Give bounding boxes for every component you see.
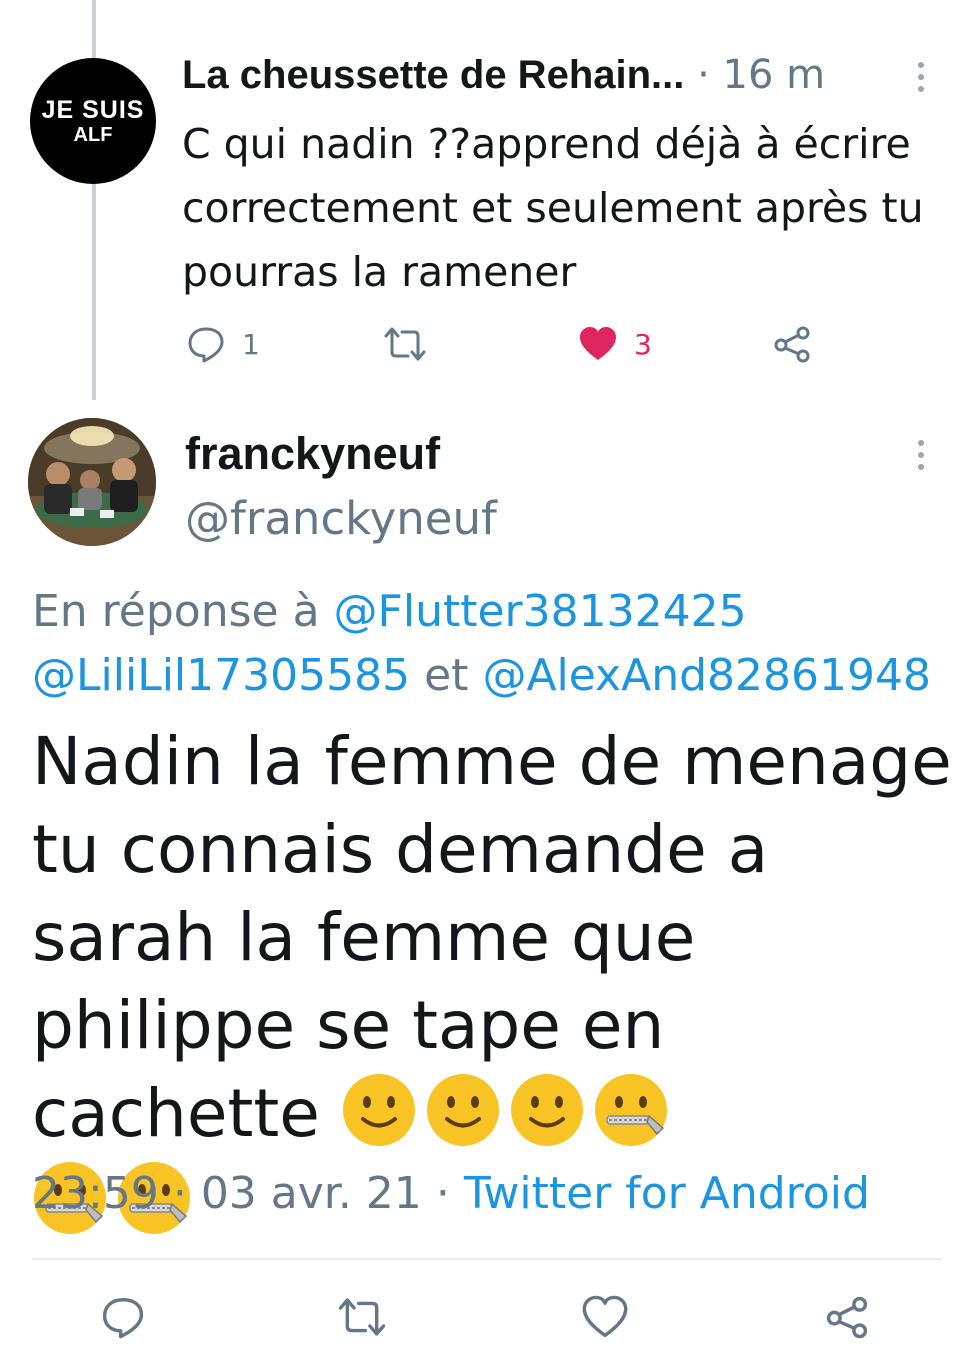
parent-tweet-header: La cheussette de Rehain... · 16 m [182, 52, 922, 98]
mention-link[interactable]: @LiliLil17305585 [32, 650, 410, 701]
meta-separator: · [172, 1168, 187, 1219]
mention-link[interactable]: @Flutter38132425 [334, 586, 747, 637]
like-button[interactable] [582, 1294, 628, 1340]
tweet-metadata: 23:59 · 03 avr. 21 · Twitter for Android [32, 1168, 870, 1219]
parent-share-button[interactable] [772, 324, 812, 364]
reply-conjunction: et [424, 650, 469, 701]
header-separator: · [697, 52, 710, 98]
divider [32, 1258, 942, 1260]
parent-tweet-text: C qui nadin ??apprend déjà à écrire corr… [182, 120, 924, 296]
tweet-time: 23:59 [32, 1168, 159, 1219]
reply-button[interactable] [100, 1294, 146, 1340]
parent-like-button[interactable]: 3 [578, 324, 652, 364]
author-name[interactable]: franckyneuf [185, 428, 440, 480]
mention-link[interactable]: @AlexAnd82861948 [482, 650, 931, 701]
parent-reply-button[interactable]: 1 [186, 324, 260, 364]
avatar-text-line2: ALF [73, 123, 113, 146]
tweet-date: 03 avr. 21 [200, 1168, 422, 1219]
slightly-smiling-face-icon [341, 1072, 417, 1148]
reply-prefix: En réponse à [32, 586, 320, 637]
author-handle[interactable]: @franckyneuf [185, 492, 497, 545]
slightly-smiling-face-icon [425, 1072, 501, 1148]
share-button[interactable] [824, 1294, 870, 1340]
reply-context: En réponse à @Flutter38132425 @LiliLil17… [32, 580, 952, 708]
parent-tweet-actions: 1 3 [0, 322, 970, 366]
reply-icon [102, 1298, 144, 1339]
tweet-actions [0, 1292, 970, 1344]
parent-tweet-time[interactable]: 16 m [723, 52, 826, 98]
author-avatar[interactable] [28, 418, 156, 546]
more-vertical-icon[interactable] [918, 62, 924, 92]
avatar-text-line1: JE SUIS [41, 95, 145, 124]
tweet-body: Nadin la femme de menage tu connais dema… [32, 718, 952, 1246]
tweet-source-link[interactable]: Twitter for Android [464, 1168, 870, 1219]
slightly-smiling-face-icon [509, 1072, 585, 1148]
retweet-icon [338, 1298, 386, 1336]
reply-icon [188, 327, 224, 363]
avatar-image [28, 418, 156, 546]
share-icon [826, 1296, 868, 1339]
retweet-button[interactable] [336, 1294, 388, 1340]
parent-retweet-button[interactable] [382, 324, 428, 364]
heart-icon [582, 1295, 628, 1338]
heart-icon [580, 327, 616, 360]
parent-author-name[interactable]: La cheussette de Rehain... [182, 53, 684, 97]
share-icon [774, 326, 810, 363]
more-vertical-icon[interactable] [918, 440, 924, 470]
retweet-icon [384, 327, 426, 361]
parent-like-count: 3 [634, 327, 652, 361]
zipper-mouth-face-icon [593, 1072, 669, 1148]
parent-reply-count: 1 [242, 327, 260, 361]
meta-separator: · [435, 1168, 450, 1219]
parent-author-avatar[interactable]: JE SUIS ALF [30, 58, 156, 184]
